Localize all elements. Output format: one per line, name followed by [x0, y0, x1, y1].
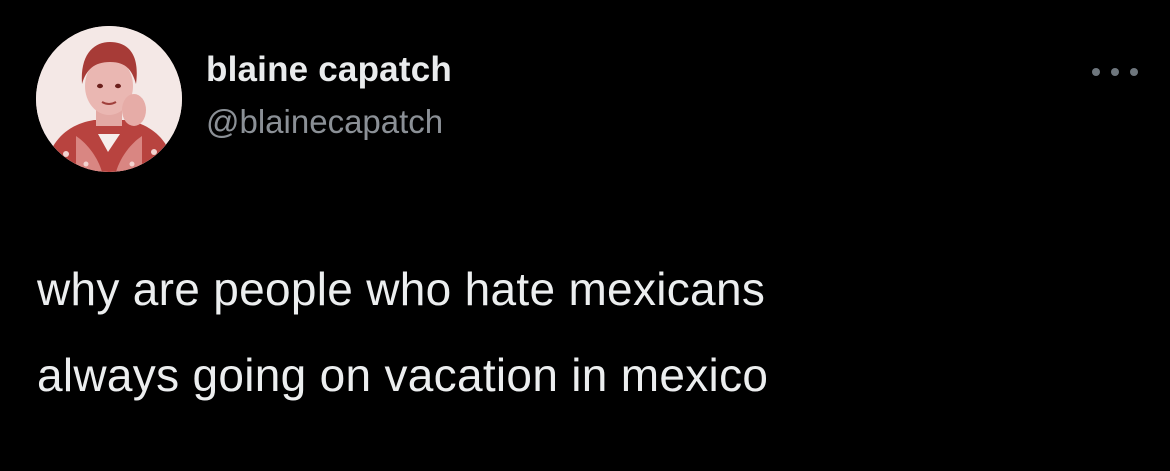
author-handle[interactable]: @blainecapatch	[206, 98, 452, 146]
author-info: blaine capatch @blainecapatch	[206, 46, 452, 146]
author-display-name[interactable]: blaine capatch	[206, 46, 452, 94]
more-options-icon	[1130, 68, 1138, 76]
avatar-photo-icon	[36, 26, 182, 172]
more-options-icon	[1092, 68, 1100, 76]
tweet-card: blaine capatch @blainecapatch why are pe…	[0, 0, 1170, 471]
author-avatar[interactable]	[36, 26, 182, 172]
tweet-text-line: always going on vacation in mexico	[37, 349, 769, 401]
tweet-text: why are people who hate mexicans always …	[37, 246, 1137, 418]
tweet-text-line: why are people who hate mexicans	[37, 263, 766, 315]
more-options-button[interactable]	[1092, 62, 1138, 82]
more-options-icon	[1111, 68, 1119, 76]
